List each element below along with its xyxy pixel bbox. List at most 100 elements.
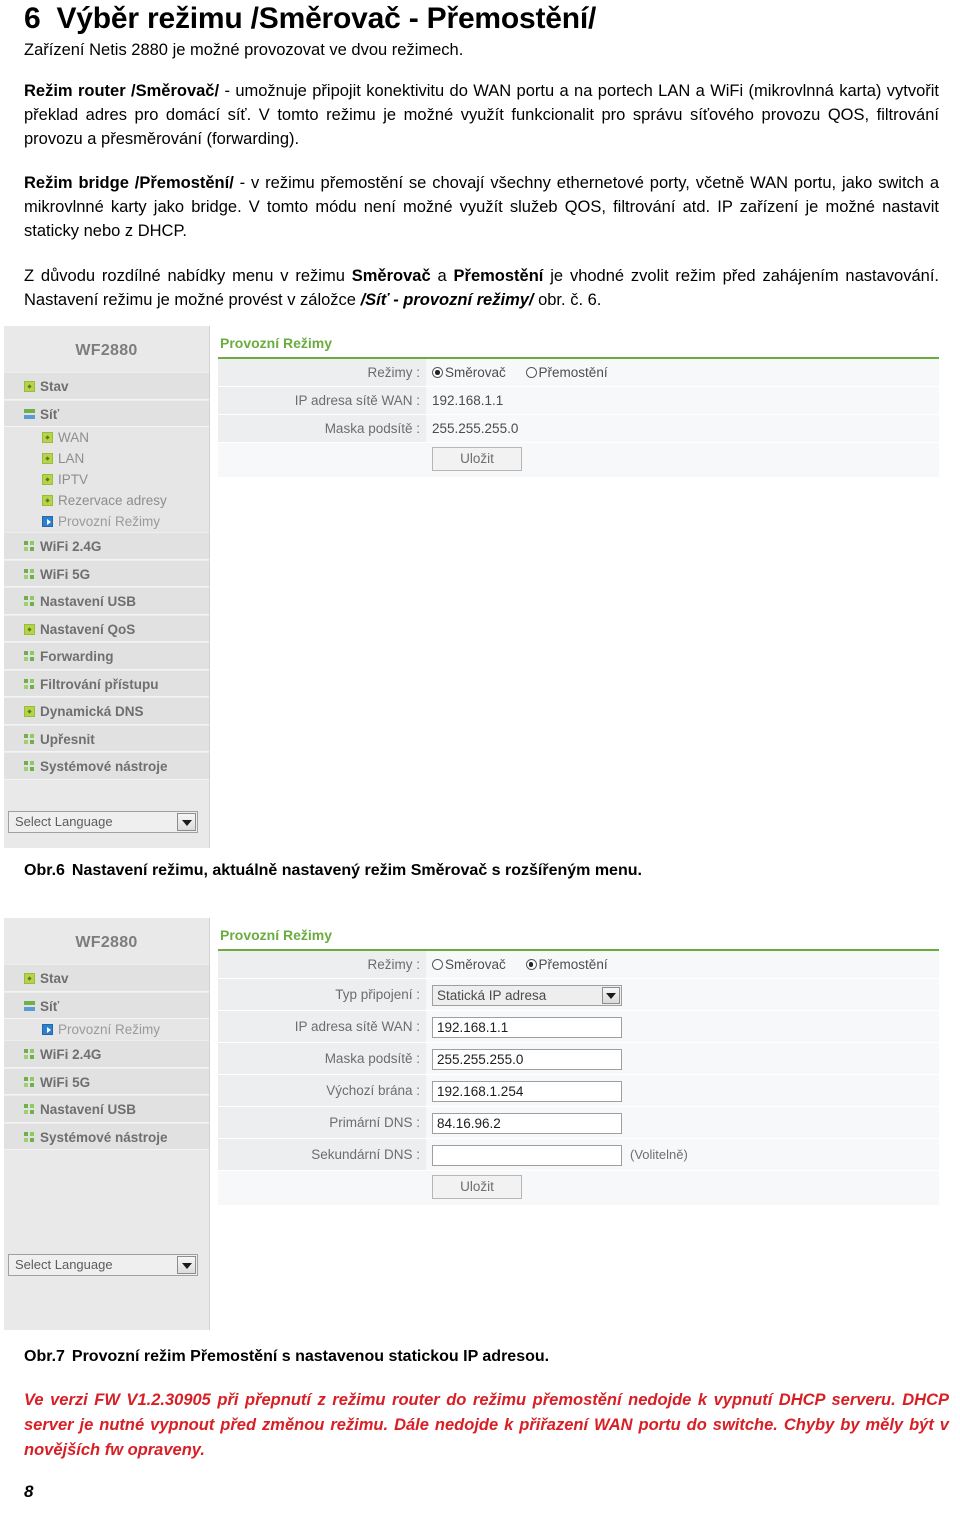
figure7-language-select[interactable]: Select Language (8, 1254, 198, 1276)
figure7-subnet-input[interactable]: 255.255.255.0 (432, 1048, 622, 1070)
figure7-row-primary-dns: Primární DNS : 84.16.96.2 (218, 1107, 939, 1139)
figure7-save-button[interactable]: Uložit (432, 1175, 522, 1199)
blue-play-icon (42, 516, 53, 527)
p3-bold-bridge: Přemostění (453, 267, 544, 285)
chevron-down-icon (177, 1256, 196, 1274)
sidebar-item-provozn-re-imy[interactable]: Provozní Režimy (4, 1019, 209, 1040)
figure7-pane-title: Provozní Režimy (220, 927, 333, 943)
intro-sentence: Zařízení Netis 2880 je možné provozovat … (24, 41, 464, 59)
figure7-form: Režimy : Směrovač Přemostění Typ připoje… (218, 951, 939, 1205)
figure6-sidebar: WF2880 Stav Síť WAN LAN IPTV Rezervace adresy… (4, 326, 210, 848)
figure7-label-primary-dns: Primární DNS : (218, 1107, 426, 1138)
figure6-label-modes: Režimy : (218, 359, 426, 386)
figure6-value-modes: Směrovač Přemostění (432, 359, 624, 386)
figure6-button-row: Uložit (218, 443, 939, 477)
sidebar-item-wan[interactable]: WAN (4, 427, 209, 448)
figure7-row-subnet: Maska podsítě : 255.255.255.0 (218, 1043, 939, 1075)
network-bars-icon (24, 1000, 35, 1012)
figure6-language-select[interactable]: Select Language (8, 811, 198, 833)
sidebar-item-wifi-2-4g[interactable]: WiFi 2.4G (4, 532, 209, 560)
figure6-value-wan-ip: 192.168.1.1 (432, 393, 504, 408)
sidebar-item-label: Síť (40, 406, 60, 422)
sidebar-item-wifi-2-4g[interactable]: WiFi 2.4G (4, 1040, 209, 1068)
sidebar-item-label: Nastavení USB (40, 1102, 137, 1117)
green-square-icon (42, 453, 53, 464)
figure7-value-gateway: 192.168.1.254 (432, 1075, 622, 1106)
sidebar-item-stav[interactable]: Stav (4, 964, 209, 992)
figure-7-bridge-admin-screenshot: WF2880 Stav Síť Provozní Režimy WiFi 2.4G Wi… (4, 918, 945, 1330)
section-heading-text: Výběr režimu /Směrovač - Přemostění/ (56, 2, 597, 35)
figure6-radio-bridge[interactable]: Přemostění (525, 359, 624, 386)
paragraph-bridge-mode-bold: Režim bridge /Přemostění/ (24, 174, 234, 192)
sidebar-item-forwarding[interactable]: Forwarding (4, 642, 209, 670)
figure6-brand-label: WF2880 (75, 342, 138, 359)
figure7-secondary-dns-input[interactable] (432, 1144, 622, 1166)
green-square-icon (24, 623, 35, 635)
sidebar-item-nastaven-usb[interactable]: Nastavení USB (4, 1095, 209, 1123)
paragraph-mode-selection: Z důvodu rozdílné nabídky menu v režimu … (24, 264, 939, 312)
figure7-label-conn-type: Typ připojení : (218, 979, 426, 1010)
sidebar-item-dynamick-dns[interactable]: Dynamická DNS (4, 697, 209, 725)
figure7-value-wan-ip: 192.168.1.1 (432, 1011, 622, 1042)
figure7-nav-list: Stav Síť Provozní Režimy WiFi 2.4G WiFi 5G Na… (4, 964, 209, 1150)
figure7-primary-dns-input[interactable]: 84.16.96.2 (432, 1112, 622, 1134)
blue-play-icon (42, 1024, 53, 1035)
sidebar-item-syst-mov-n-stroje[interactable]: Systémové nástroje (4, 752, 209, 780)
grid-squares-icon (24, 761, 35, 772)
grid-squares-icon (24, 1131, 35, 1143)
grid-squares-icon (24, 541, 35, 552)
sidebar-item-provozn-re-imy[interactable]: Provozní Režimy (4, 511, 209, 532)
sidebar-item-s[interactable]: Síť (4, 399, 209, 427)
sidebar-item-wifi-5g[interactable]: WiFi 5G (4, 559, 209, 587)
page-number: 8 (24, 1482, 34, 1501)
grid-squares-icon (24, 733, 35, 745)
green-square-icon (24, 706, 35, 717)
figure6-nav-list: Stav Síť WAN LAN IPTV Rezervace adresy Provozn… (4, 372, 209, 780)
figure6-save-button[interactable]: Uložit (432, 447, 522, 471)
figure7-radio-bridge[interactable]: Přemostění (525, 951, 624, 978)
sidebar-item-filtrov-n-p-stupu[interactable]: Filtrování přístupu (4, 669, 209, 697)
grid-squares-icon (24, 651, 35, 662)
figure6-label-subnet: Maska podsítě : (218, 415, 426, 442)
figure6-label-wan-ip: IP adresa sítě WAN : (218, 387, 426, 414)
figure6-form: Režimy : Směrovač Přemostění IP adresa s… (218, 359, 939, 477)
sidebar-item-label: Dynamická DNS (40, 704, 144, 719)
figure7-row-gateway: Výchozí brána : 192.168.1.254 (218, 1075, 939, 1107)
radio-unselected-icon (432, 959, 443, 970)
p3-menu-path: /Síť - provozní režimy/ (360, 291, 534, 309)
sidebar-item-label: Rezervace adresy (58, 493, 167, 508)
green-square-icon (42, 432, 53, 443)
sidebar-item-syst-mov-n-stroje[interactable]: Systémové nástroje (4, 1122, 209, 1150)
sidebar-item-label: Nastavení QoS (40, 621, 136, 637)
sidebar-item-label: Upřesnit (40, 731, 95, 747)
sidebar-item-iptv[interactable]: IPTV (4, 469, 209, 490)
figure6-language-select-value: Select Language (15, 814, 113, 829)
sidebar-item-label: Provozní Režimy (58, 514, 161, 529)
figure6-radio-router[interactable]: Směrovač (432, 359, 522, 386)
figure7-value-conn-type: Statická IP adresa (432, 979, 622, 1010)
grid-squares-icon (24, 596, 35, 607)
sidebar-item-lan[interactable]: LAN (4, 448, 209, 469)
figure7-label-gateway: Výchozí brána : (218, 1075, 426, 1106)
sidebar-item-nastaven-usb[interactable]: Nastavení USB (4, 587, 209, 615)
network-bars-icon (24, 408, 35, 420)
figure7-wan-ip-input[interactable]: 192.168.1.1 (432, 1016, 622, 1038)
sidebar-item-label: WiFi 5G (40, 566, 91, 582)
sidebar-item-nastaven-qos[interactable]: Nastavení QoS (4, 614, 209, 642)
firmware-warning-note: Ve verzi FW V1.2.30905 při přepnutí z re… (24, 1391, 949, 1459)
radio-selected-icon (432, 367, 443, 378)
figure7-connection-type-select[interactable]: Statická IP adresa (432, 984, 622, 1006)
figure-6-router-admin-screenshot: WF2880 Stav Síť WAN LAN IPTV Rezervace adresy… (4, 326, 945, 848)
sidebar-item-label: Provozní Režimy (58, 1022, 161, 1037)
figure7-content-pane: Provozní Režimy Režimy : Směrovač Přemos… (210, 918, 945, 1330)
figure6-row-subnet: Maska podsítě : 255.255.255.0 (218, 415, 939, 443)
sidebar-item-rezervace-adresy[interactable]: Rezervace adresy (4, 490, 209, 511)
sidebar-item-up-esnit[interactable]: Upřesnit (4, 724, 209, 752)
figure7-radio-router[interactable]: Směrovač (432, 951, 522, 978)
figure7-radio-bridge-label: Přemostění (538, 957, 608, 972)
figure6-row-wan-ip: IP adresa sítě WAN : 192.168.1.1 (218, 387, 939, 415)
sidebar-item-stav[interactable]: Stav (4, 372, 209, 400)
sidebar-item-s[interactable]: Síť (4, 991, 209, 1019)
sidebar-item-wifi-5g[interactable]: WiFi 5G (4, 1067, 209, 1095)
figure7-gateway-input[interactable]: 192.168.1.254 (432, 1080, 622, 1102)
